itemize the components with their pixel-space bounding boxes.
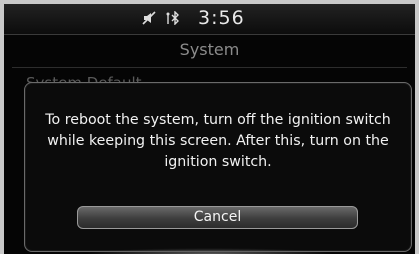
bluetooth-icon xyxy=(166,11,182,25)
head-unit-screen: 3:56 System System Default To reboot the… xyxy=(4,4,415,254)
page-title: System xyxy=(179,40,240,59)
cancel-button[interactable]: Cancel xyxy=(77,206,358,229)
mute-icon xyxy=(142,11,156,25)
dialog-message: To reboot the system, turn off the ignit… xyxy=(45,112,391,170)
title-divider xyxy=(12,67,407,68)
reboot-dialog: To reboot the system, turn off the ignit… xyxy=(24,82,412,252)
status-bar: 3:56 xyxy=(4,4,415,35)
bottom-glow xyxy=(84,248,335,254)
clock: 3:56 xyxy=(198,7,245,29)
status-icons xyxy=(142,11,182,25)
